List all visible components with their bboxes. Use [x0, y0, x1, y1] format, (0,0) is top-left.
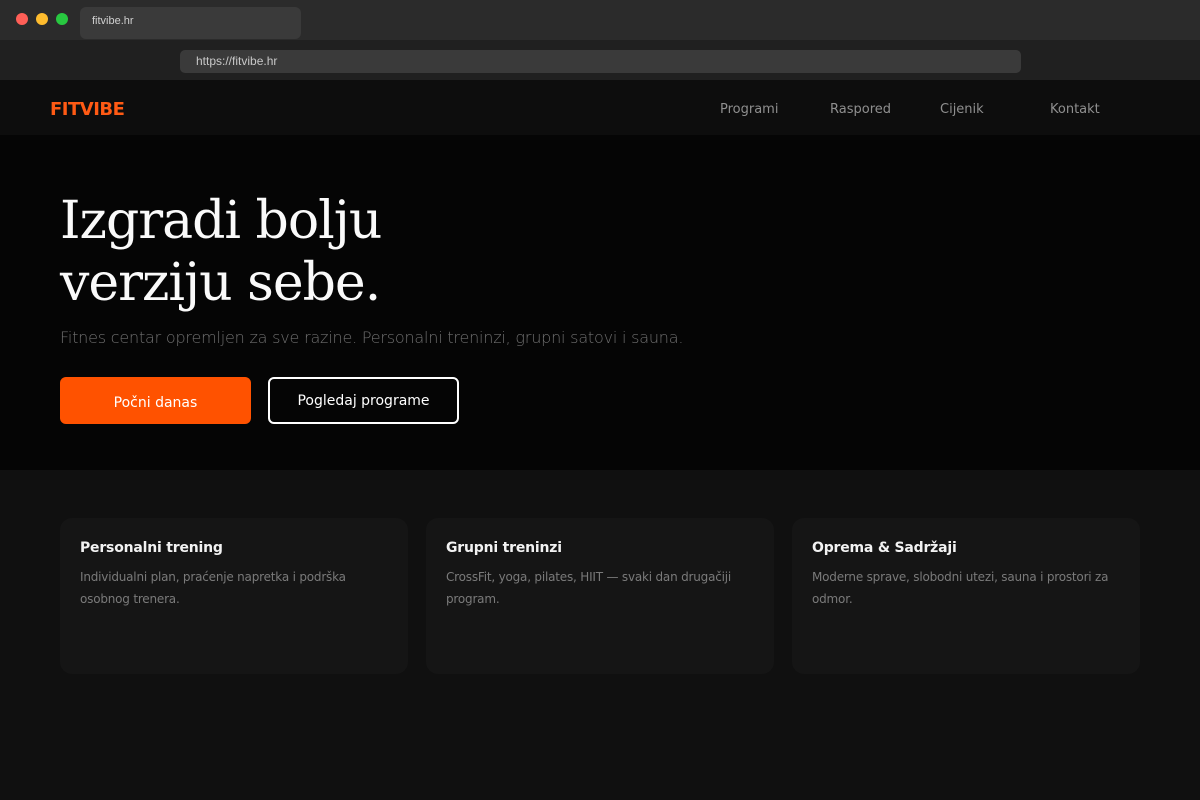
hero-title-line-2: verziju sebe. [60, 253, 381, 313]
feature-card-equipment: Oprema & Sadržaji Moderne sprave, slobod… [792, 518, 1140, 674]
feature-card-title: Personalni trening [80, 540, 223, 556]
hero-section: Izgradi bolju verziju sebe. Fitnes centa… [0, 135, 1200, 470]
nav-link-raspored[interactable]: Raspored [830, 102, 891, 117]
browser-tab-bar: fitvibe.hr [0, 0, 1200, 40]
browser-tab[interactable]: fitvibe.hr [80, 7, 301, 39]
site-navbar: FITVIBE Programi Raspored Cijenik Kontak… [0, 80, 1200, 135]
window-minimize-button[interactable] [36, 13, 48, 25]
address-bar-url: https://fitvibe.hr [196, 54, 278, 68]
hero-subtitle: Fitnes centar opremljen za sve razine. P… [60, 328, 684, 347]
window-maximize-button[interactable] [56, 13, 68, 25]
site-logo[interactable]: FITVIBE [50, 99, 125, 120]
features-section: Personalni trening Individualni plan, pr… [0, 470, 1200, 800]
feature-card-personal-training: Personalni trening Individualni plan, pr… [60, 518, 408, 674]
start-today-button-label: Počni danas [113, 394, 198, 411]
feature-card-text: Individualni plan, praćenje napretka i p… [80, 570, 346, 606]
hero-title: Izgradi bolju verziju sebe. [60, 190, 620, 314]
start-today-button[interactable]: Počni danas [60, 377, 251, 424]
nav-link-kontakt[interactable]: Kontakt [1050, 102, 1100, 117]
feature-card-title: Grupni treninzi [446, 540, 562, 556]
browser-tab-title: fitvibe.hr [92, 15, 134, 27]
nav-link-cijenik[interactable]: Cijenik [940, 102, 984, 117]
window-close-button[interactable] [16, 13, 28, 25]
feature-card-text: CrossFit, yoga, pilates, HIIT — svaki da… [446, 570, 732, 606]
feature-card-text: Moderne sprave, slobodni utezi, sauna i … [812, 570, 1109, 606]
nav-link-programi[interactable]: Programi [720, 102, 778, 117]
view-programs-button[interactable]: Pogledaj programe [268, 377, 459, 424]
hero-title-line-1: Izgradi bolju [60, 191, 382, 251]
view-programs-button-label: Pogledaj programe [297, 392, 430, 409]
feature-card-group-training: Grupni treninzi CrossFit, yoga, pilates,… [426, 518, 774, 674]
feature-card-title: Oprema & Sadržaji [812, 540, 957, 556]
address-bar[interactable]: https://fitvibe.hr [180, 50, 1021, 73]
browser-toolbar: https://fitvibe.hr [0, 40, 1200, 80]
